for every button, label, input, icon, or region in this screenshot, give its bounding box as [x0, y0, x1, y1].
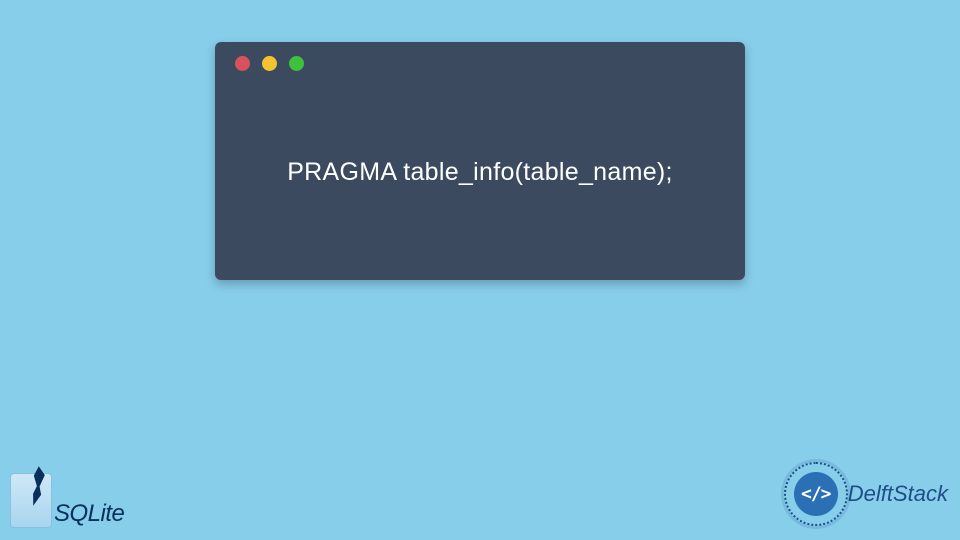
code-brackets-icon: </>: [801, 484, 831, 505]
maximize-icon[interactable]: [289, 56, 304, 71]
minimize-icon[interactable]: [262, 56, 277, 71]
delftstack-mark-icon: </>: [788, 466, 844, 522]
code-snippet: PRAGMA table_info(table_name);: [287, 158, 673, 187]
window-titlebar: [215, 42, 745, 84]
code-window: PRAGMA table_info(table_name);: [215, 42, 745, 280]
close-icon[interactable]: [235, 56, 250, 71]
sqlite-logo-text: SQLite: [54, 500, 124, 528]
delftstack-logo: </> DelftStack: [788, 466, 948, 522]
delftstack-logo-text: DelftStack: [848, 481, 948, 507]
feather-icon: [24, 465, 47, 507]
code-body: PRAGMA table_info(table_name);: [215, 84, 745, 280]
sqlite-logo: SQLite: [10, 473, 124, 528]
sqlite-box-icon: [10, 473, 52, 528]
